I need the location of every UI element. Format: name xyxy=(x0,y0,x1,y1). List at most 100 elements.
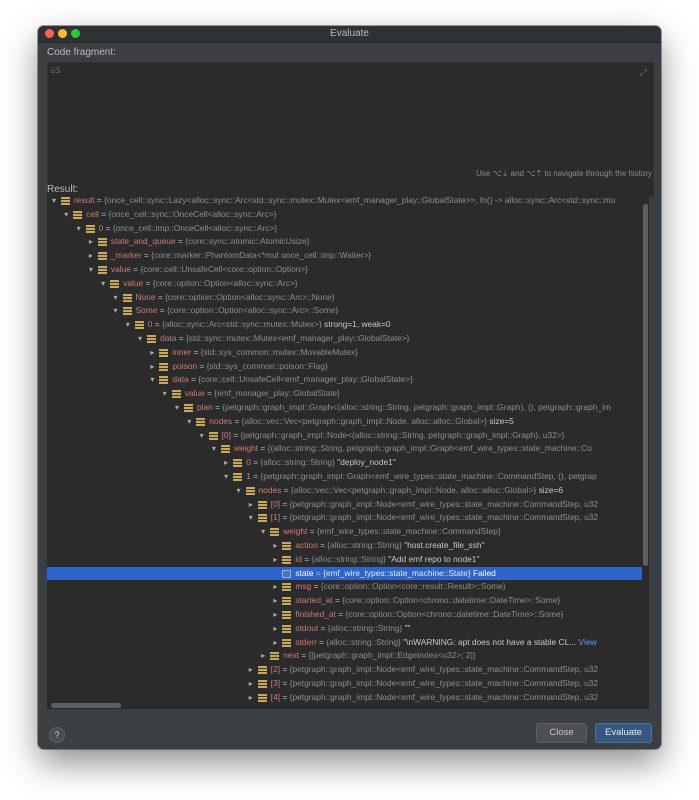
tree-row[interactable]: ▸ msg = {core::option::Option<core::resul… xyxy=(47,580,649,594)
equals-sign: = xyxy=(232,415,242,426)
field-value: "host.create_file_ssh" xyxy=(404,540,485,550)
tree-row[interactable]: ▸ _marker = {core::marker::PhantomData<*m… xyxy=(47,249,649,263)
chevron-down-icon[interactable]: ▾ xyxy=(259,525,267,539)
tree-row[interactable]: ▾ None = {core::option::Option<alloc::syn… xyxy=(47,291,649,305)
tree-row[interactable]: ▸ finished_at = {core::option::Option<chr… xyxy=(47,608,649,622)
field-name: state xyxy=(295,567,314,578)
chevron-down-icon[interactable]: ▾ xyxy=(112,291,120,305)
help-button[interactable]: ? xyxy=(49,727,65,743)
field-type: {core::option::Option<alloc::sync::Arc>:… xyxy=(165,291,335,302)
tree-row-text: next = {[petgraph::graph_impl::EdgeIndex… xyxy=(283,649,476,663)
field-name: [1] xyxy=(270,512,281,523)
field-name: finished_at xyxy=(295,609,336,619)
chevron-down-icon[interactable]: ▾ xyxy=(75,222,83,236)
tree-row[interactable]: ▸ [3] = {petgraph::graph_impl::Node<emf_w… xyxy=(47,677,649,691)
chevron-right-icon[interactable]: ▸ xyxy=(87,235,95,249)
tree-row[interactable]: ▾ plan = {petgraph::graph_impl::Graph<(al… xyxy=(47,401,649,415)
tree-row[interactable]: ▾ data = {std::sync::mutex::Mutex<emf_man… xyxy=(47,332,649,346)
tree-row[interactable]: ▸ id = {alloc::string::String} "Add emf r… xyxy=(47,553,649,567)
tree-row[interactable]: ▸ stderr = {alloc::string::String} "\nWAR… xyxy=(47,636,649,650)
tree-row[interactable]: state = {emf_wire_types::state_machine::… xyxy=(47,566,642,581)
chevron-right-icon[interactable]: ▸ xyxy=(259,649,267,663)
chevron-right-icon[interactable]: ▸ xyxy=(148,360,156,374)
tree-row[interactable]: ▸ [0] = {petgraph::graph_impl::Node<emf_w… xyxy=(47,498,649,512)
chevron-down-icon[interactable]: ▾ xyxy=(136,332,144,346)
field-name: data xyxy=(172,374,189,385)
chevron-down-icon[interactable]: ▾ xyxy=(235,484,243,498)
chevron-down-icon[interactable]: ▾ xyxy=(210,442,218,456)
chevron-down-icon[interactable]: ▾ xyxy=(50,194,58,208)
chevron-right-icon[interactable]: ▸ xyxy=(247,677,255,691)
chevron-down-icon[interactable]: ▾ xyxy=(112,304,120,318)
tree-row[interactable]: ▾ 0 = {alloc::sync::Arc<std::sync::mutex:… xyxy=(47,318,649,332)
tree-row-text: 0 = {once_cell::imp::OnceCell<alloc::syn… xyxy=(99,222,278,236)
tree-row[interactable]: ▾ [0] = {petgraph::graph_impl::Node<(allo… xyxy=(47,429,649,443)
chevron-down-icon[interactable]: ▾ xyxy=(148,373,156,387)
expand-editor-icon[interactable]: ⤢ xyxy=(640,67,647,78)
field-icon xyxy=(73,210,83,219)
chevron-right-icon[interactable]: ▸ xyxy=(247,498,255,512)
result-tree[interactable]: ▾ result = {once_cell::sync::Lazy<alloc::… xyxy=(47,194,649,709)
chevron-down-icon[interactable]: ▾ xyxy=(62,208,70,222)
view-link[interactable]: View xyxy=(579,637,597,647)
tree-row[interactable]: ▾ data = {core::cell::UnsafeCell<emf_mana… xyxy=(47,373,649,387)
chevron-down-icon[interactable]: ▾ xyxy=(124,318,132,332)
tree-row[interactable]: ▸ 0 = {alloc::string::String} "deploy_nod… xyxy=(47,456,649,470)
tree-row[interactable]: ▾ value = {core::option::Option<alloc::sy… xyxy=(47,277,649,291)
chevron-right-icon[interactable]: ▸ xyxy=(271,553,279,567)
chevron-right-icon[interactable]: ▸ xyxy=(271,636,279,650)
tree-row[interactable]: ▸ started_at = {core::option::Option<chro… xyxy=(47,594,649,608)
tree-row[interactable]: ▾ cell = {once_cell::sync::OnceCell<alloc… xyxy=(47,208,649,222)
field-name: result xyxy=(74,195,95,205)
tree-row[interactable]: ▾ 1 = {petgraph::graph_impl::Graph<emf_wi… xyxy=(47,470,649,484)
tree-row[interactable]: ▸ inner = {std::sys_common::mutex::Movabl… xyxy=(47,346,649,360)
tree-row[interactable]: ▸ poison = {std::sys_common::poison::Flag… xyxy=(47,360,649,374)
tree-row[interactable]: ▸ state_and_queue = {core::sync::atomic::… xyxy=(47,235,649,249)
chevron-down-icon[interactable]: ▾ xyxy=(161,387,169,401)
close-button[interactable]: Close xyxy=(536,723,587,743)
chevron-right-icon[interactable]: ▸ xyxy=(247,691,255,705)
chevron-down-icon[interactable]: ▾ xyxy=(247,511,255,525)
tree-row[interactable]: ▾ 0 = {once_cell::imp::OnceCell<alloc::sy… xyxy=(47,222,649,236)
tree-row[interactable]: ▾ value = {core::cell::UnsafeCell<core::o… xyxy=(47,263,649,277)
chevron-right-icon[interactable]: ▸ xyxy=(148,346,156,360)
tree-row-text: cell = {once_cell::sync::OnceCell<alloc:… xyxy=(86,208,276,222)
tree-row-text: 0 = {alloc::string::String} "deploy_node… xyxy=(246,456,396,470)
field-type: {petgraph::graph_impl::Node<emf_wire_typ… xyxy=(289,678,599,688)
chevron-right-icon[interactable]: ▸ xyxy=(271,580,279,594)
tree-row[interactable]: ▾ weight = {emf_wire_types::state_machine… xyxy=(47,525,649,539)
chevron-right-icon[interactable]: ▸ xyxy=(271,622,279,636)
tree-row[interactable]: ▸ stdout = {alloc::string::String} "" xyxy=(47,622,649,636)
chevron-right-icon[interactable]: ▸ xyxy=(271,594,279,608)
chevron-down-icon[interactable]: ▾ xyxy=(198,429,206,443)
tree-row[interactable]: ▸ [2] = {petgraph::graph_impl::Node<emf_w… xyxy=(47,663,649,677)
tree-row[interactable]: ▾ weight = {(alloc::string::String, petgr… xyxy=(47,442,649,456)
field-type: {alloc::string::String} xyxy=(311,553,386,564)
field-name: [4] xyxy=(270,691,281,702)
tree-row[interactable]: ▾ Some = {core::option::Option<alloc::syn… xyxy=(47,304,649,318)
tree-row[interactable]: ▾ value = {emf_manager_play::GlobalState} xyxy=(47,387,649,401)
field-type: {once_cell::sync::OnceCell<alloc::sync::… xyxy=(108,208,277,219)
chevron-right-icon[interactable]: ▸ xyxy=(222,456,230,470)
chevron-right-icon[interactable]: ▸ xyxy=(247,663,255,677)
tree-row-text: 0 = {alloc::sync::Arc<std::sync::mutex::… xyxy=(148,318,391,332)
chevron-down-icon[interactable]: ▾ xyxy=(173,401,181,415)
equals-sign: = xyxy=(155,291,166,302)
tree-row[interactable]: ▸ next = {[petgraph::graph_impl::EdgeInde… xyxy=(47,649,649,663)
tree-row[interactable]: ▾ result = {once_cell::sync::Lazy<alloc::… xyxy=(47,194,649,208)
chevron-down-icon[interactable]: ▾ xyxy=(185,415,193,429)
tree-row[interactable]: ▸ [4] = {petgraph::graph_impl::Node<emf_w… xyxy=(47,691,649,705)
chevron-down-icon[interactable]: ▾ xyxy=(87,263,95,277)
tree-row[interactable]: ▾ nodes = {alloc::vec::Vec<petgraph::grap… xyxy=(47,415,649,429)
tree-row[interactable]: ▸ action = {alloc::string::String} "host.… xyxy=(47,539,649,553)
field-type: {emf_manager_play::GlobalState} xyxy=(214,388,340,399)
history-hint: Use ⌥⇣ and ⌥⇡ to navigate through the hi… xyxy=(476,169,652,178)
chevron-down-icon[interactable]: ▾ xyxy=(222,470,230,484)
chevron-right-icon[interactable]: ▸ xyxy=(87,249,95,263)
tree-row[interactable]: ▾ nodes = {alloc::vec::Vec<petgraph::grap… xyxy=(47,484,649,498)
evaluate-button[interactable]: Evaluate xyxy=(595,723,652,743)
chevron-right-icon[interactable]: ▸ xyxy=(271,539,279,553)
tree-row[interactable]: ▾ [1] = {petgraph::graph_impl::Node<emf_w… xyxy=(47,511,649,525)
chevron-right-icon[interactable]: ▸ xyxy=(271,608,279,622)
chevron-down-icon[interactable]: ▾ xyxy=(99,277,107,291)
